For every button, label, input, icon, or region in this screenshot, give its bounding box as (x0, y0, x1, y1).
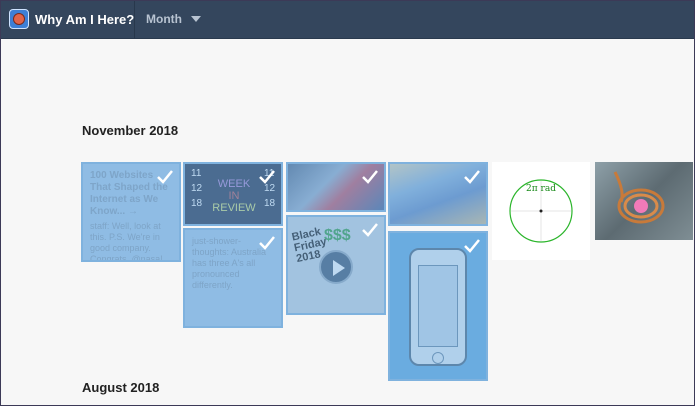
week-number: 18 (191, 198, 203, 209)
checkmark-icon (362, 170, 378, 184)
phone-icon (409, 248, 467, 366)
play-icon[interactable] (319, 250, 353, 284)
week-line: IN (228, 190, 240, 202)
coil-icon (613, 171, 665, 224)
week-line: REVIEW (212, 202, 256, 214)
toolbar-divider (134, 1, 135, 39)
post-tile-phone-image[interactable] (388, 231, 488, 381)
month-heading-november: November 2018 (82, 123, 179, 138)
view-mode-label: Month (146, 12, 182, 26)
post-tile-websites[interactable]: 100 Websites That Shaped the Internet as… (81, 162, 181, 262)
circle-diagram (509, 179, 573, 243)
checkmark-icon (157, 170, 173, 184)
week-number: 12 (191, 183, 203, 194)
circle-label: 2π rad (526, 184, 556, 194)
checkmark-icon (259, 170, 275, 184)
post-tile-shower-thoughts[interactable]: just-shower-thoughts: Australia has thre… (183, 228, 283, 328)
phone-screen (418, 265, 458, 347)
month-heading-august: August 2018 (82, 380, 160, 395)
top-bar: Why Am I Here? Month (1, 1, 694, 39)
phone-home-button (432, 352, 444, 364)
app-title[interactable]: Why Am I Here? (35, 12, 134, 27)
week-number: 12 (264, 183, 276, 194)
post-tile-black-friday[interactable]: Black Friday 2018 $$$ (286, 215, 386, 315)
post-tile-coil-image[interactable] (595, 162, 693, 240)
week-number: 18 (264, 198, 276, 209)
post-tile-mermaid-image[interactable] (286, 162, 386, 212)
week-line: WEEK (217, 178, 251, 190)
week-number: 11 (191, 168, 202, 179)
checkmark-icon (259, 236, 275, 250)
checkmark-icon (464, 239, 480, 253)
view-mode-dropdown[interactable]: Month (146, 12, 201, 26)
dollar-signs: $$$ (324, 227, 351, 244)
caret-down-icon (190, 16, 201, 22)
checkmark-icon (362, 223, 378, 237)
app-window: Why Am I Here? Month November 2018 100 W… (0, 0, 695, 406)
post-tile-heroes-image[interactable] (388, 162, 488, 226)
app-logo-icon[interactable] (9, 9, 29, 29)
post-tile-week-in-review[interactable]: 11 12 18 11 12 18 WEEK IN REVIEW (183, 162, 283, 226)
checkmark-icon (464, 170, 480, 184)
post-body: staff: Well, look at this. P.S. We're in… (90, 221, 163, 260)
post-tile-radian-circle[interactable]: 2π rad (492, 162, 590, 260)
week-in-review-text: WEEK IN REVIEW (207, 178, 261, 214)
